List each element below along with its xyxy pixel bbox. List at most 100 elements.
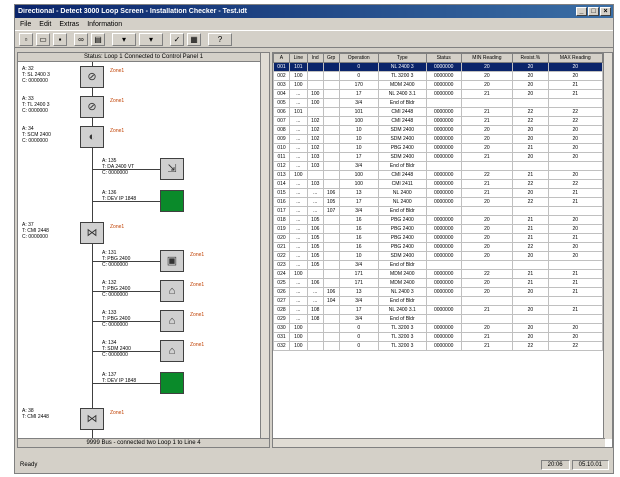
table-cell: [512, 260, 549, 270]
table-row[interactable]: 007... 102 100 CMI 2448 0000000 21 22 22: [273, 116, 604, 126]
save-icon[interactable]: ▪: [53, 32, 67, 46]
table-row[interactable]: 020... 105 16 PBG 2400 0000000 20 21 21: [273, 233, 604, 243]
table-row[interactable]: 008... 102 10 SDM 2400 0000000 20 20 20: [273, 125, 604, 135]
loop-select-icon[interactable]: ▾: [112, 32, 136, 46]
table-row[interactable]: 011... 103 17 SDM 2400 0000000 21 20 20: [273, 152, 604, 162]
minimize-button[interactable]: _: [576, 7, 587, 16]
tree-scrollbar[interactable]: [260, 53, 269, 438]
sensor-icon[interactable]: ⊘: [80, 96, 104, 118]
table-cell: 17: [338, 89, 379, 99]
column-header[interactable]: Type: [377, 53, 427, 63]
table-cell: 22: [460, 170, 514, 180]
column-header[interactable]: Grp: [322, 53, 340, 63]
table-row[interactable]: 001 101 0 NL 2400 3 0000000 20 20 20: [273, 62, 604, 72]
table-row[interactable]: 030 100 0 TL 3200 3 0000000 20 20 20: [273, 323, 604, 333]
table-cell: 0: [338, 332, 379, 342]
table-cell: 106: [322, 188, 340, 198]
table-row[interactable]: 015...... 106 13 NL 2400 0000000 21 20 21: [273, 188, 604, 198]
report-icon[interactable]: ▦: [187, 32, 201, 46]
column-header[interactable]: Operation: [338, 53, 379, 63]
close-button[interactable]: ×: [600, 7, 611, 16]
table-cell: ...: [288, 278, 308, 288]
menu-information[interactable]: Information: [87, 21, 122, 28]
house-icon[interactable]: ⌂: [160, 310, 184, 332]
table-cell: 20: [460, 143, 514, 153]
table-cell: 001: [273, 62, 290, 72]
table-cell: ...: [288, 296, 308, 306]
relay-icon[interactable]: ⇲: [160, 158, 184, 180]
device-block[interactable]: [160, 372, 184, 394]
table-row[interactable]: 026...... 106 13 NL 2400 3 0000000 20 20 21: [273, 287, 604, 297]
column-header[interactable]: MAX Reading: [547, 53, 604, 63]
table-cell: ...: [288, 206, 308, 216]
table-cell: ...: [288, 125, 308, 135]
table-row[interactable]: 012... 103 3/4 End of Bldr: [273, 161, 604, 171]
table-row[interactable]: 027...... 104 3/4 End of Bldr: [273, 296, 604, 306]
table-cell: CMI 2411: [377, 179, 427, 189]
table-row[interactable]: 010... 102 10 PBG 2400 0000000 20 21 20: [273, 143, 604, 153]
table-row[interactable]: 014... 103 100 CMI 2411 0000000 21 22 22: [273, 179, 604, 189]
help-icon[interactable]: ?: [208, 32, 232, 46]
new-file-icon[interactable]: ▫: [19, 32, 33, 46]
table-cell: NL 2400: [377, 188, 427, 198]
sensor-icon[interactable]: ⊘: [80, 66, 104, 88]
table-cell: 0000000: [425, 269, 462, 279]
table-row[interactable]: 021... 105 16 PBG 2400 0000000 20 22 20: [273, 242, 604, 252]
table-row[interactable]: 028... 108 17 NL 2400 3.1 0000000 21 20 21: [273, 305, 604, 315]
grid-vertical-scrollbar[interactable]: [603, 53, 612, 439]
house-icon[interactable]: ⌂: [160, 280, 184, 302]
print-icon[interactable]: ▤: [91, 32, 105, 46]
table-row[interactable]: 002 100 0 TL 3200 3 0000000 20 20 20: [273, 71, 604, 81]
binoculars-icon[interactable]: ∞: [74, 32, 88, 46]
table-cell: ...: [288, 242, 308, 252]
table-cell: 10: [338, 251, 379, 261]
table-row[interactable]: 018... 105 16 PBG 2400 0000000 20 21 20: [273, 215, 604, 225]
menu-file[interactable]: File: [20, 21, 31, 28]
table-row[interactable]: 031 100 0 TL 3200 3 0000000 21 20 20: [273, 332, 604, 342]
table-row[interactable]: 005... 100 3/4 End of Bldr: [273, 98, 604, 108]
table-row[interactable]: 023... 105 3/4 End of Bldr: [273, 260, 604, 270]
maximize-button[interactable]: □: [588, 7, 599, 16]
horn-icon[interactable]: ◐: [80, 126, 104, 148]
table-row[interactable]: 029... 108 3/4 End of Bldr: [273, 314, 604, 324]
isolator-icon[interactable]: ⋈: [80, 408, 104, 430]
table-cell: End of Bldr: [377, 161, 427, 171]
open-folder-icon[interactable]: ▭: [36, 32, 50, 46]
column-header[interactable]: MIN Reading: [460, 53, 514, 63]
table-row[interactable]: 022... 105 10 SDM 2400 0000000 20 20 20: [273, 251, 604, 261]
menu-edit[interactable]: Edit: [39, 21, 51, 28]
device-block[interactable]: [160, 190, 184, 212]
column-header[interactable]: Status: [425, 53, 462, 63]
table-row[interactable]: 019... 106 16 PBG 2400 0000000 20 21 20: [273, 224, 604, 234]
column-header[interactable]: Line: [288, 53, 308, 63]
isolator-icon[interactable]: ⋈: [80, 222, 104, 244]
loop-tree-panel: Status: Loop 1 Connected to Control Pane…: [17, 52, 270, 448]
table-cell: 170: [338, 80, 379, 90]
table-row[interactable]: 024 100 171 MDM 2400 0000000 22 21 21: [273, 269, 604, 279]
table-cell: 21: [512, 233, 549, 243]
table-row[interactable]: 032 100 0 TL 3200 3 0000000 21 22 22: [273, 341, 604, 351]
menu-extras[interactable]: Extras: [59, 21, 79, 28]
panel-select-icon[interactable]: ▾: [139, 32, 163, 46]
table-row[interactable]: 003 100 170 MDM 2400 0000000 20 20 21: [273, 80, 604, 90]
check-icon[interactable]: ✓: [170, 32, 184, 46]
loop-tree[interactable]: ⊘ A: 32 T: SL 2400 3 C: 0000000 Zone1 ⊘ A: 3…: [18, 62, 269, 438]
column-header[interactable]: A: [273, 53, 290, 63]
column-header[interactable]: Resist.%: [512, 53, 549, 63]
house-icon[interactable]: ⌂: [160, 340, 184, 362]
table-cell: End of Bldr: [377, 98, 427, 108]
table-cell: 011: [273, 152, 290, 162]
table-row[interactable]: 004... 100 17 NL 2400 3.1 0000000 21 20 21: [273, 89, 604, 99]
table-cell: 22: [547, 179, 604, 189]
grid-horizontal-scrollbar[interactable]: [273, 438, 605, 447]
box-icon[interactable]: ▣: [160, 250, 184, 272]
table-row[interactable]: 009... 102 10 SDM 2400 0000000 20 20 20: [273, 134, 604, 144]
table-row[interactable]: 016...... 105 17 NL 2400 0000000 20 22 21: [273, 197, 604, 207]
table-cell: 20: [547, 251, 604, 261]
table-row[interactable]: 006 101 101 CMI 2448 0000000 21 22 22: [273, 107, 604, 117]
table-row[interactable]: 013 100 100 CMI 2448 0000000 22 21 20: [273, 170, 604, 180]
table-row[interactable]: 017...... 107 3/4 End of Bldr: [273, 206, 604, 216]
table-row[interactable]: 025... 106 171 MDM 2400 0000000 20 21 21: [273, 278, 604, 288]
table-cell: [306, 80, 324, 90]
column-header[interactable]: Ind: [306, 53, 324, 63]
